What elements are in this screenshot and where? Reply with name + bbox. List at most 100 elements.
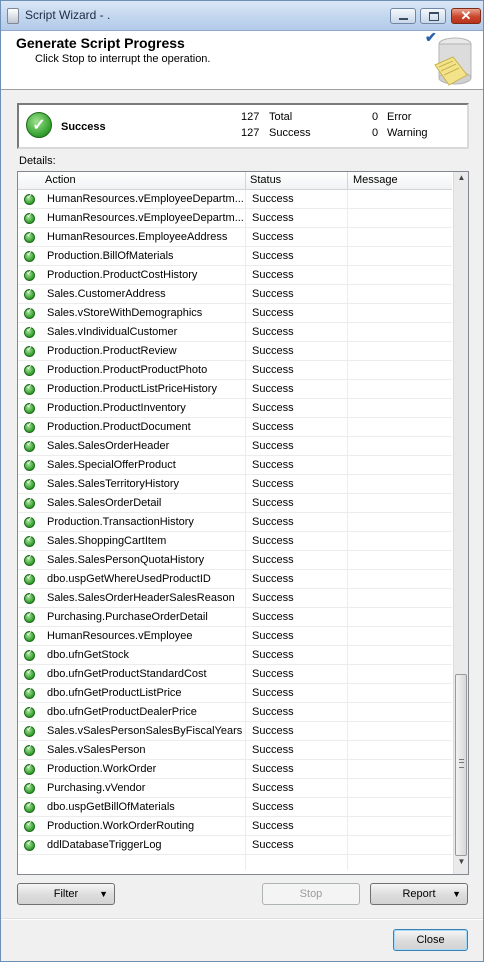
success-check-icon	[24, 819, 35, 832]
action-cell: Sales.vSalesPerson	[47, 744, 146, 756]
table-row[interactable]: Production.ProductProductPhoto Success	[18, 361, 452, 380]
action-cell: Purchasing.PurchaseOrderDetail	[47, 611, 208, 623]
script-wizard-window: Script Wizard - . ✕ Generate Script Prog…	[0, 0, 484, 962]
total-count: 127	[241, 111, 260, 123]
table-row[interactable]: Sales.SalesPersonQuotaHistory Success	[18, 551, 452, 570]
error-count: 0	[372, 111, 379, 123]
success-check-icon	[24, 363, 35, 376]
action-cell: HumanResources.vEmployeeDepartm...	[47, 193, 244, 205]
success-check-icon	[24, 249, 35, 262]
table-row[interactable]: Sales.SalesTerritoryHistory Success	[18, 475, 452, 494]
status-cell: Success	[252, 630, 294, 642]
success-check-icon	[24, 762, 35, 775]
table-row[interactable]: HumanResources.vEmployeeDepartm... Succes…	[18, 209, 452, 228]
status-cell: Success	[252, 801, 294, 813]
success-check-icon: ✓	[26, 112, 52, 138]
scroll-up-arrow-icon[interactable]: ▲	[454, 173, 468, 189]
table-row[interactable]: Production.ProductCostHistory Success	[18, 266, 452, 285]
table-row[interactable]: Sales.SalesOrderHeaderSalesReason Success	[18, 589, 452, 608]
table-row[interactable]: Sales.SalesOrderDetail Success	[18, 494, 452, 513]
action-cell: Production.WorkOrderRouting	[47, 820, 195, 832]
table-row[interactable]: Production.ProductReview Success	[18, 342, 452, 361]
table-row[interactable]: Sales.vSalesPersonSalesByFiscalYears Succ…	[18, 722, 452, 741]
table-row[interactable]: Production.ProductListPriceHistory Succes…	[18, 380, 452, 399]
table-row[interactable]: Sales.CustomerAddress Success	[18, 285, 452, 304]
table-row[interactable]: Sales.vStoreWithDemographics Success	[18, 304, 452, 323]
table-row[interactable]: Sales.vIndividualCustomer Success	[18, 323, 452, 342]
status-cell: Success	[252, 478, 294, 490]
table-row[interactable]: Production.WorkOrderRouting Success	[18, 817, 452, 836]
success-check-icon	[24, 648, 35, 661]
report-button[interactable]: Report ▼	[370, 883, 468, 905]
table-row[interactable]: HumanResources.vEmployeeDepartm... Succes…	[18, 190, 452, 209]
table-row[interactable]: Sales.SalesOrderHeader Success	[18, 437, 452, 456]
status-cell: Success	[252, 763, 294, 775]
table-row[interactable]: HumanResources.vEmployee Success	[18, 627, 452, 646]
table-row[interactable]: Production.WorkOrder Success	[18, 760, 452, 779]
column-header-message[interactable]: Message	[353, 174, 398, 186]
action-cell: dbo.ufnGetProductStandardCost	[47, 668, 207, 680]
status-cell: Success	[252, 668, 294, 680]
success-check-icon	[24, 420, 35, 433]
table-row[interactable]: HumanResources.EmployeeAddress Success	[18, 228, 452, 247]
status-cell: Success	[252, 231, 294, 243]
table-row[interactable]: dbo.uspGetWhereUsedProductID Success	[18, 570, 452, 589]
action-cell: Production.ProductProductPhoto	[47, 364, 208, 376]
table-row[interactable]: Production.TransactionHistory Success	[18, 513, 452, 532]
filter-button[interactable]: Filter ▼	[17, 883, 115, 905]
grip-icon	[459, 759, 464, 768]
action-cell: Sales.SalesTerritoryHistory	[47, 478, 180, 490]
dropdown-arrow-icon: ▼	[452, 889, 461, 899]
table-row[interactable]: dbo.ufnGetProductStandardCost Success	[18, 665, 452, 684]
status-cell: Success	[252, 250, 294, 262]
success-check-icon	[24, 629, 35, 642]
status-cell: Success	[252, 611, 294, 623]
title-bar[interactable]: Script Wizard - . ✕	[1, 1, 483, 31]
status-cell: Success	[252, 535, 294, 547]
table-row[interactable]: Production.BillOfMaterials Success	[18, 247, 452, 266]
table-row[interactable]: Purchasing.PurchaseOrderDetail Success	[18, 608, 452, 627]
table-row[interactable]: Production.ProductInventory Success	[18, 399, 452, 418]
maximize-button[interactable]	[420, 8, 446, 24]
minimize-button[interactable]	[390, 8, 416, 24]
success-check-icon	[24, 268, 35, 281]
success-check-icon	[24, 192, 35, 205]
success-check-icon	[24, 553, 35, 566]
table-row[interactable]: dbo.ufnGetStock Success	[18, 646, 452, 665]
table-row[interactable]: dbo.ufnGetProductDealerPrice Success	[18, 703, 452, 722]
table-row[interactable]: Sales.SpecialOfferProduct Success	[18, 456, 452, 475]
close-button[interactable]: Close	[393, 929, 468, 951]
vertical-scrollbar[interactable]: ▲ ▼	[453, 172, 468, 874]
warning-count: 0	[372, 127, 379, 139]
action-cell: Sales.vSalesPersonSalesByFiscalYears	[47, 725, 243, 737]
action-cell: Production.ProductInventory	[47, 402, 186, 414]
status-cell: Success	[252, 820, 294, 832]
success-check-icon	[24, 515, 35, 528]
close-window-button[interactable]: ✕	[451, 8, 481, 24]
success-check-icon	[24, 401, 35, 414]
table-row[interactable]: ddlDatabaseTriggerLog Success	[18, 836, 452, 855]
status-cell: Success	[252, 573, 294, 585]
success-check-icon	[24, 686, 35, 699]
stop-button[interactable]: Stop	[262, 883, 360, 905]
scrollbar-thumb[interactable]	[455, 674, 467, 856]
table-row[interactable]: Production.ProductDocument Success	[18, 418, 452, 437]
action-cell: Production.ProductListPriceHistory	[47, 383, 217, 395]
success-check-icon	[24, 724, 35, 737]
details-grid[interactable]: Action Status Message HumanResources.vEm…	[17, 171, 469, 875]
success-check-icon	[24, 572, 35, 585]
action-cell: Sales.SalesPersonQuotaHistory	[47, 554, 205, 566]
column-header-action[interactable]: Action	[45, 174, 76, 186]
action-cell: dbo.ufnGetProductDealerPrice	[47, 706, 197, 718]
table-row[interactable]: Purchasing.vVendor Success	[18, 779, 452, 798]
status-summary: ✓ Success 127 Total 127 Success 0 Error …	[17, 103, 469, 149]
table-row[interactable]: dbo.ufnGetProductListPrice Success	[18, 684, 452, 703]
column-header-status[interactable]: Status	[250, 174, 281, 186]
table-row[interactable]: Sales.ShoppingCartItem Success	[18, 532, 452, 551]
success-check-icon	[24, 705, 35, 718]
table-row[interactable]: dbo.uspGetBillOfMaterials Success	[18, 798, 452, 817]
scroll-down-arrow-icon[interactable]: ▼	[454, 857, 468, 873]
table-row[interactable]: Sales.vSalesPerson Success	[18, 741, 452, 760]
action-cell: HumanResources.EmployeeAddress	[47, 231, 228, 243]
footer-divider	[1, 918, 483, 920]
